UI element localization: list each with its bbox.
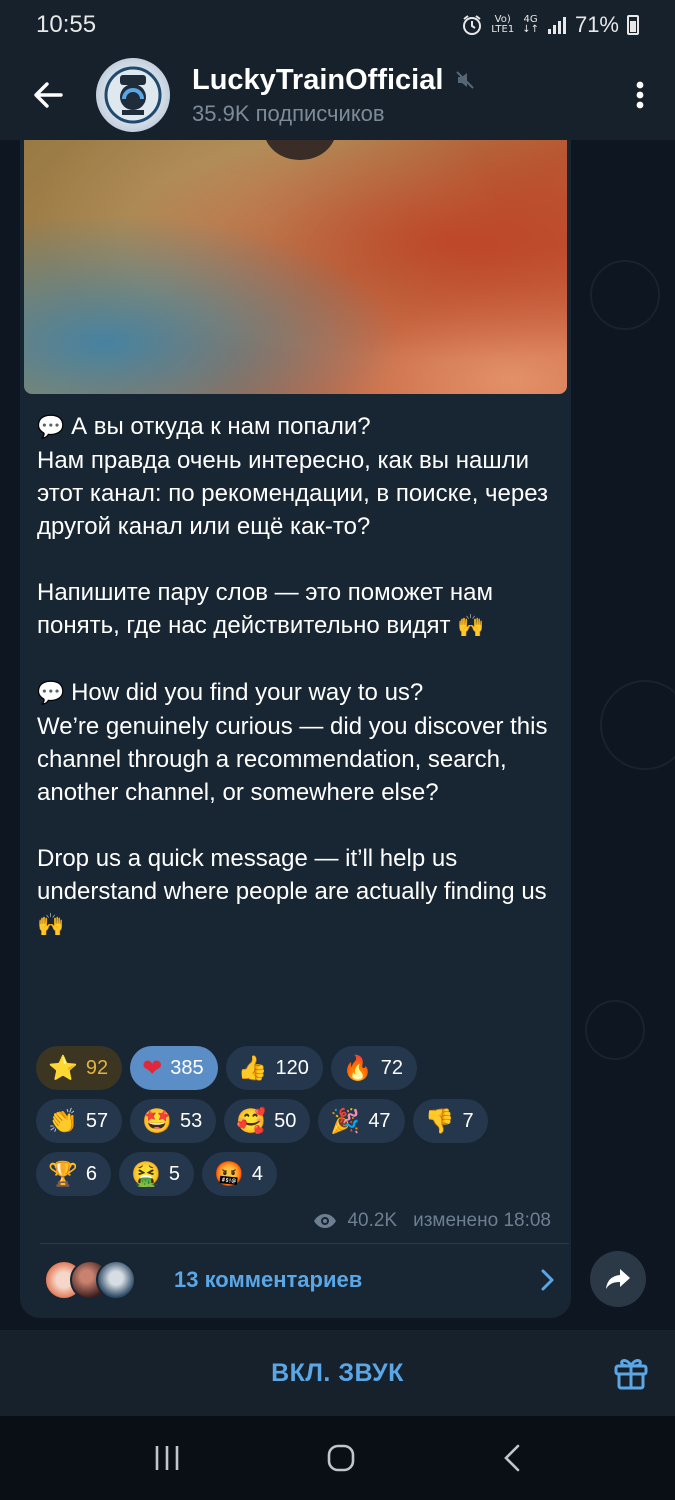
- reaction-row: 🏆 6 🤮 5 🤬 4: [36, 1152, 556, 1196]
- battery-icon: [627, 15, 639, 35]
- edited-time: изменено 18:08: [413, 1210, 551, 1231]
- bottom-bar: ВКЛ. ЗВУК: [0, 1330, 675, 1416]
- reaction-thumbs-up[interactable]: 👍 120: [225, 1046, 323, 1090]
- reaction-heart[interactable]: ❤ 385: [130, 1046, 218, 1090]
- status-bar: 10:55 Vo) LTE1 4G ↓↑ 71%: [0, 0, 675, 50]
- vomiting-face-icon: 🤮: [131, 1160, 161, 1188]
- volte-indicator: Vo) LTE1: [491, 14, 515, 35]
- raising-hands-icon: 🙌: [37, 913, 65, 938]
- share-button[interactable]: [590, 1251, 646, 1307]
- back-nav-icon[interactable]: [502, 1443, 522, 1473]
- comments-button[interactable]: 13 комментариев: [44, 1252, 554, 1308]
- back-arrow-icon: [34, 82, 63, 108]
- star-struck-icon: 🤩: [142, 1107, 173, 1135]
- reaction-fire[interactable]: 🔥 72: [330, 1046, 418, 1090]
- status-time: 10:55: [36, 11, 97, 38]
- avatar: [96, 1260, 136, 1300]
- recent-apps-icon[interactable]: [153, 1444, 181, 1472]
- more-menu-button[interactable]: [605, 50, 675, 140]
- chevron-right-icon: [541, 1269, 554, 1291]
- paragraph-ru-request: Напишите пару слов — это поможет нам пон…: [37, 579, 494, 639]
- reaction-trophy[interactable]: 🏆 6: [36, 1152, 112, 1196]
- post-image[interactable]: [24, 140, 567, 394]
- party-popper-icon: 🎉: [330, 1107, 361, 1135]
- channel-post[interactable]: 💬 А вы откуда к нам попали? Нам правда о…: [20, 140, 571, 1318]
- share-arrow-icon: [606, 1269, 630, 1289]
- channel-avatar[interactable]: [96, 58, 170, 132]
- smiling-hearts-icon: 🥰: [236, 1107, 267, 1135]
- subscriber-count: 35.9K подписчиков: [192, 100, 385, 126]
- image-detail: [264, 140, 336, 160]
- clapping-hands-icon: 👏: [48, 1107, 78, 1135]
- reaction-cursing[interactable]: 🤬 4: [202, 1152, 278, 1196]
- reaction-party[interactable]: 🎉 47: [318, 1099, 405, 1143]
- star-icon: ⭐: [48, 1054, 78, 1082]
- reaction-row: ⭐ 92 ❤ 385 👍 120 🔥 72: [36, 1046, 556, 1090]
- eye-icon: [314, 1214, 337, 1228]
- chat-area[interactable]: 💬 А вы откуда к нам попали? Нам правда о…: [0, 140, 675, 1330]
- reaction-star-struck[interactable]: 🤩 53: [130, 1099, 217, 1143]
- more-vertical-icon: [636, 81, 644, 109]
- view-count: 40.2K: [347, 1210, 398, 1231]
- commenter-avatars: [44, 1260, 164, 1300]
- comments-label: 13 комментариев: [174, 1267, 363, 1292]
- unmute-button[interactable]: ВКЛ. ЗВУК: [271, 1359, 404, 1388]
- header-title-block[interactable]: LuckyTrainOfficial 35.9K подписчиков: [192, 64, 605, 127]
- paragraph-ru-question: 💬 А вы откуда к нам попали? Нам правда о…: [37, 413, 549, 540]
- system-nav-bar: [0, 1416, 675, 1500]
- post-meta: 40.2K изменено 18:08: [313, 1210, 551, 1232]
- battery-percent: 71%: [574, 12, 619, 37]
- post-text: 💬 А вы откуда к нам попали? Нам правда о…: [37, 410, 557, 975]
- background-doodle: [600, 680, 675, 770]
- comments-divider: [40, 1243, 569, 1244]
- fire-icon: 🔥: [342, 1054, 373, 1082]
- paragraph-en-question: 💬 How did you find your way to us? We’re…: [37, 679, 548, 806]
- reaction-clap[interactable]: 👏 57: [36, 1099, 123, 1143]
- raising-hands-icon: 🙌: [457, 614, 485, 639]
- reaction-hearts-face[interactable]: 🥰 50: [224, 1099, 311, 1143]
- gift-button[interactable]: [611, 1352, 651, 1392]
- back-button[interactable]: [0, 50, 96, 140]
- channel-header: LuckyTrainOfficial 35.9K подписчиков: [0, 50, 675, 140]
- home-icon[interactable]: [326, 1443, 356, 1473]
- status-icons: Vo) LTE1 4G ↓↑ 71%: [461, 12, 639, 38]
- reaction-thumbs-down[interactable]: 👎 7: [412, 1099, 488, 1143]
- cursing-face-icon: 🤬: [214, 1160, 244, 1188]
- background-doodle: [590, 260, 660, 330]
- network-type: 4G ↓↑: [522, 14, 539, 35]
- speech-balloon-icon: 💬: [37, 681, 65, 706]
- train-logo-icon: [104, 66, 162, 124]
- reaction-vomit[interactable]: 🤮 5: [119, 1152, 195, 1196]
- signal-icon: [547, 17, 566, 34]
- heart-icon: ❤: [142, 1054, 163, 1082]
- thumbs-down-icon: 👎: [424, 1107, 455, 1135]
- reactions: ⭐ 92 ❤ 385 👍 120 🔥 72 👏 57 🤩 53 🥰 50 🎉 47 👎 7 🏆 6 …: [36, 1046, 556, 1205]
- alarm-icon: [463, 15, 482, 35]
- thumbs-up-icon: 👍: [237, 1054, 268, 1082]
- reaction-star[interactable]: ⭐ 92: [36, 1046, 123, 1090]
- gift-icon: [614, 1359, 648, 1390]
- speech-balloon-icon: 💬: [37, 415, 65, 440]
- channel-title: LuckyTrainOfficial: [192, 64, 605, 97]
- mute-icon: [456, 71, 475, 89]
- reaction-row: 👏 57 🤩 53 🥰 50 🎉 47 👎 7: [36, 1099, 556, 1143]
- paragraph-en-request: Drop us a quick message — it’ll help us …: [37, 845, 547, 938]
- trophy-icon: 🏆: [48, 1160, 78, 1188]
- background-doodle: [585, 1000, 645, 1060]
